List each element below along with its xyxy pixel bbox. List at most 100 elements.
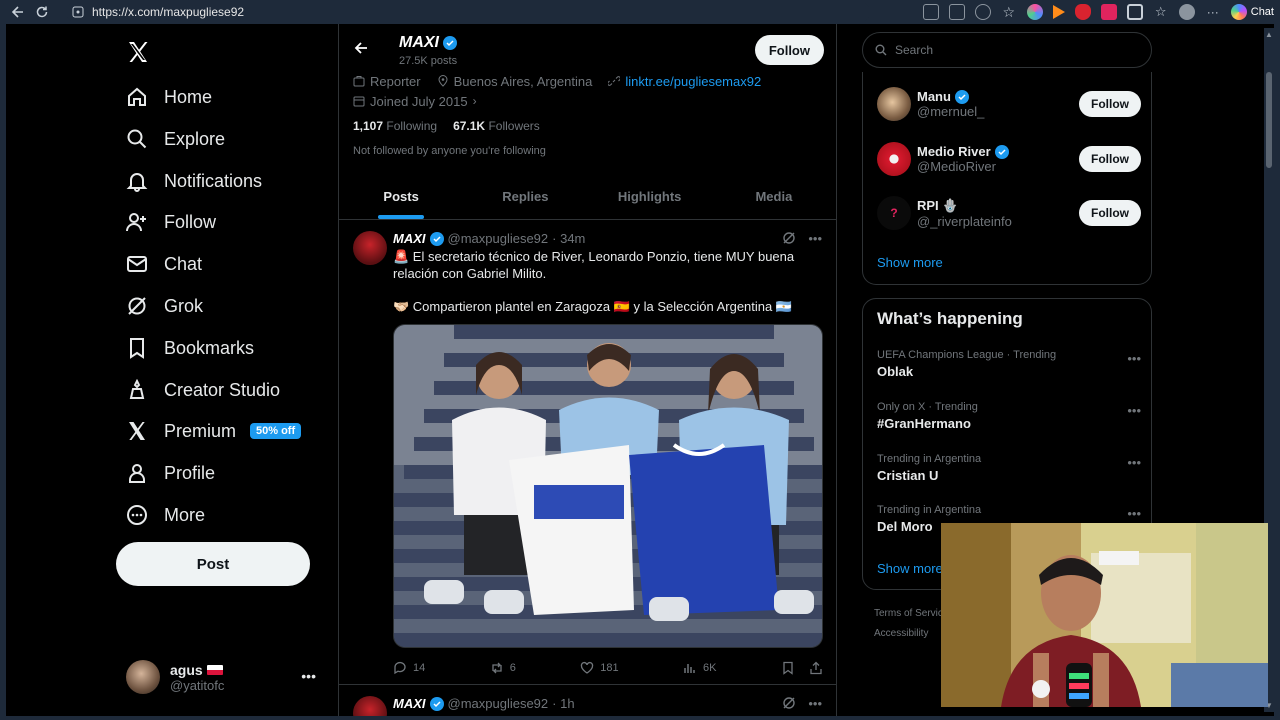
following-label: Following [386,119,438,133]
follow-button[interactable]: Follow [1079,91,1141,117]
repost-button[interactable]: 6 [490,661,516,675]
puzzle-extensions-icon[interactable] [1126,4,1143,20]
premium-discount-badge: 50% off [250,423,302,439]
red-extension-icon[interactable] [1100,4,1117,20]
nav-bookmarks[interactable]: Bookmarks [126,328,254,368]
tweet-author-handle[interactable]: @maxpugliese92 [448,231,549,246]
tweet-author-avatar[interactable] [353,696,387,716]
tweet-author-name[interactable]: MAXI [393,696,426,711]
followers-label: Followers [488,119,540,133]
profile-link-text[interactable]: linktr.ee/pugliesemax92 [625,74,761,89]
tweet-photo[interactable] [393,324,823,648]
tweet-text-line-1: 🚨 El secretario técnico de River, Leonar… [393,249,795,281]
trend-item[interactable]: Only on X · Trending #GranHermano ••• [877,401,1141,431]
tab-media[interactable]: Media [712,174,836,219]
tweet-author-avatar[interactable] [353,231,387,265]
who-to-follow-show-more[interactable]: Show more [877,255,943,270]
briefcase-icon [353,76,365,87]
back-arrow-icon[interactable] [6,0,30,24]
suggested-account-name: Medio River [917,144,991,159]
nav-more[interactable]: More [126,495,205,535]
profile-link[interactable]: linktr.ee/pugliesemax92 [608,74,761,89]
terms-link[interactable]: Terms of Servic [874,604,943,624]
trend-more-icon[interactable]: ••• [1127,455,1141,470]
premium-x-icon [126,420,148,442]
nav-profile[interactable]: Profile [126,453,215,493]
nav-notifications[interactable]: Notifications [126,161,262,201]
followers-link[interactable]: 67.1K Followers [453,119,540,133]
address-bar[interactable]: https://x.com/maxpugliese92 [66,2,870,22]
tab-replies[interactable]: Replies [463,174,587,219]
follow-button[interactable]: Follow [1079,200,1141,226]
profile-avatar-icon[interactable] [1178,4,1195,20]
trend-item[interactable]: UEFA Champions League · Trending Oblak •… [877,349,1141,379]
copilot-chat-button[interactable]: Chat [1230,4,1274,20]
tab-highlights[interactable]: Highlights [588,174,712,219]
tweet-author-handle[interactable]: @maxpugliese92 [448,696,549,711]
reply-button[interactable]: 14 [393,661,425,675]
tweet-more-icon[interactable]: ••• [808,231,822,248]
translate-icon[interactable] [948,4,965,20]
site-info-icon[interactable] [72,6,84,18]
favorite-star-icon[interactable]: ☆ [1001,4,1017,20]
nav-grok[interactable]: Grok [126,286,203,326]
grok-icon[interactable] [782,696,796,713]
extension-icon-1[interactable] [1026,4,1043,20]
search-field[interactable]: Search [862,32,1152,68]
nav-premium[interactable]: Premium 50% off [126,411,302,451]
read-aloud-icon[interactable] [974,4,991,20]
whats-happening-show-more[interactable]: Show more [877,561,943,576]
trend-item[interactable]: Trending in Argentina Cristian U ••• [877,453,1141,483]
account-more-icon[interactable]: ••• [301,668,316,684]
follow-button[interactable]: Follow [754,35,824,65]
trend-more-icon[interactable]: ••• [1127,351,1141,366]
mail-icon [126,253,148,275]
calendar-icon [353,96,365,107]
nav-explore[interactable]: Explore [126,119,225,159]
suggested-account-handle: @_riverplateinfo [917,213,1012,229]
bookmark-icon[interactable] [781,661,795,675]
browser-menu-icon[interactable]: ··· [1205,4,1221,20]
nav-follow[interactable]: Follow [126,202,216,242]
tweet[interactable]: MAXI @maxpugliese92 · 34m ••• 🚨 El secre… [339,221,836,685]
favorites-icon[interactable]: ☆ [1153,4,1169,20]
verified-badge-icon [994,144,1009,159]
account-switcher[interactable]: agus @yatitofc ••• [126,660,326,694]
shield-extension-icon[interactable] [1074,4,1091,20]
suggested-account[interactable]: Manu @mernuel_ Follow [877,80,1141,128]
trend-topic: #GranHermano [877,416,971,431]
accessibility-link[interactable]: Accessibility [874,624,943,644]
tweet-author-name[interactable]: MAXI [393,231,426,246]
nav-chat[interactable]: Chat [126,244,202,284]
profile-joined[interactable]: Joined July 2015 › [353,94,477,109]
following-link[interactable]: 1,107 Following [353,119,437,133]
tweet[interactable]: MAXI @maxpugliese92 · 1h ••• [339,686,836,716]
tweet-time[interactable]: · 34m [552,231,585,246]
nav-creator-studio-label: Creator Studio [164,379,281,400]
grok-icon[interactable] [782,231,796,248]
back-arrow-icon[interactable] [353,40,369,61]
follow-button[interactable]: Follow [1079,146,1141,172]
trend-more-icon[interactable]: ••• [1127,506,1141,521]
views-button[interactable]: 6K [683,661,717,675]
play-extension-icon[interactable] [1052,5,1065,19]
nav-home[interactable]: Home [126,77,212,117]
profile-tabs: Posts Replies Highlights Media [339,174,836,220]
tab-posts[interactable]: Posts [339,174,463,219]
suggested-account[interactable]: ? RPI 🪬 @_riverplateinfo Follow [877,189,1141,237]
share-icon[interactable] [809,661,823,675]
tweet-more-icon[interactable]: ••• [808,696,822,713]
x-logo-icon[interactable] [126,40,150,71]
like-button[interactable]: 181 [580,661,619,675]
post-button[interactable]: Post [116,542,310,586]
scrollbar-thumb[interactable] [1266,72,1272,168]
refresh-icon[interactable] [30,0,54,24]
poland-flag-icon [206,664,223,675]
trend-more-icon[interactable]: ••• [1127,403,1141,418]
app-icon[interactable] [922,4,939,20]
trend-topic: Cristian U [877,468,939,483]
nav-creator-studio[interactable]: Creator Studio [126,370,280,410]
scroll-up-arrow-icon[interactable]: ▲ [1265,30,1273,39]
suggested-account[interactable]: Medio River @MedioRiver Follow [877,135,1141,183]
tweet-time[interactable]: · 1h [552,696,574,711]
